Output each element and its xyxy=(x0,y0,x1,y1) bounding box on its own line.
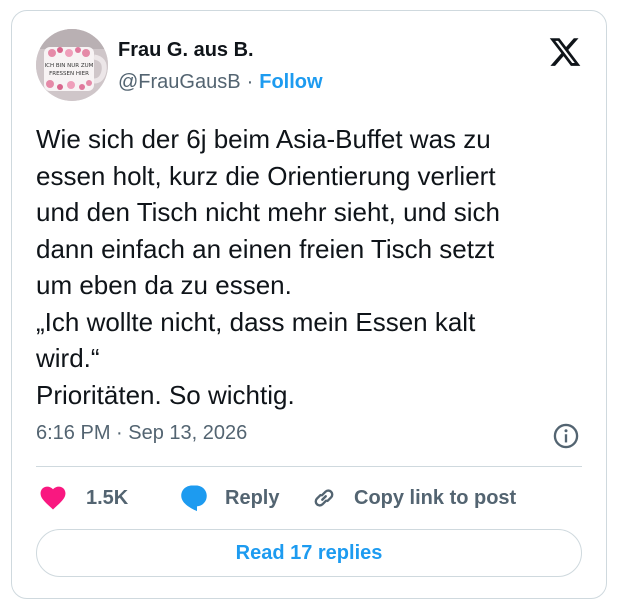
tweet-date: Sep 13, 2026 xyxy=(128,422,248,444)
tweet-timestamp[interactable]: 6:16 PM · Sep 13, 2026 xyxy=(36,422,247,445)
like-button[interactable]: 1.5K xyxy=(40,481,128,515)
author-avatar[interactable]: ICH BIN NUR ZUM FRESSEN HIER xyxy=(36,29,108,101)
divider xyxy=(36,466,582,467)
mug-text-line1: ICH BIN NUR ZUM xyxy=(45,63,94,69)
x-logo-icon[interactable] xyxy=(548,35,582,69)
author-handle-row: @FrauGausB · Follow xyxy=(118,71,323,94)
copy-link-label: Copy link to post xyxy=(354,486,517,509)
mug-photo-avatar: ICH BIN NUR ZUM FRESSEN HIER xyxy=(36,29,108,101)
like-count: 1.5K xyxy=(86,486,129,509)
copy-link-button[interactable]: Copy link to post xyxy=(310,481,516,515)
link-icon xyxy=(314,489,334,507)
tweet-card: ICH BIN NUR ZUM FRESSEN HIER Frau G. aus… xyxy=(11,10,607,599)
handle-separator: · xyxy=(246,71,254,93)
follow-button[interactable]: Follow xyxy=(259,71,322,93)
heart-icon xyxy=(40,486,66,510)
reply-label: Reply xyxy=(225,486,280,509)
tweet-header: ICH BIN NUR ZUM FRESSEN HIER Frau G. aus… xyxy=(36,29,582,101)
tweet-text: Wie sich der 6j beim Asia-Buffet was zu … xyxy=(36,124,500,410)
author-handle[interactable]: @FrauGausB xyxy=(118,71,241,93)
tweet-time: 6:16 PM xyxy=(36,422,111,444)
reply-button[interactable]: Reply xyxy=(179,481,279,515)
speech-bubble-icon xyxy=(181,485,207,512)
author-display-name[interactable]: Frau G. aus B. xyxy=(118,39,254,62)
read-replies-button[interactable]: Read 17 replies xyxy=(36,529,582,577)
meta-separator: · xyxy=(116,422,123,444)
info-icon[interactable] xyxy=(552,422,580,450)
tweet-actions: 1.5K Reply Copy link to post xyxy=(36,481,582,515)
mug-text-line2: FRESSEN HIER xyxy=(49,71,89,77)
